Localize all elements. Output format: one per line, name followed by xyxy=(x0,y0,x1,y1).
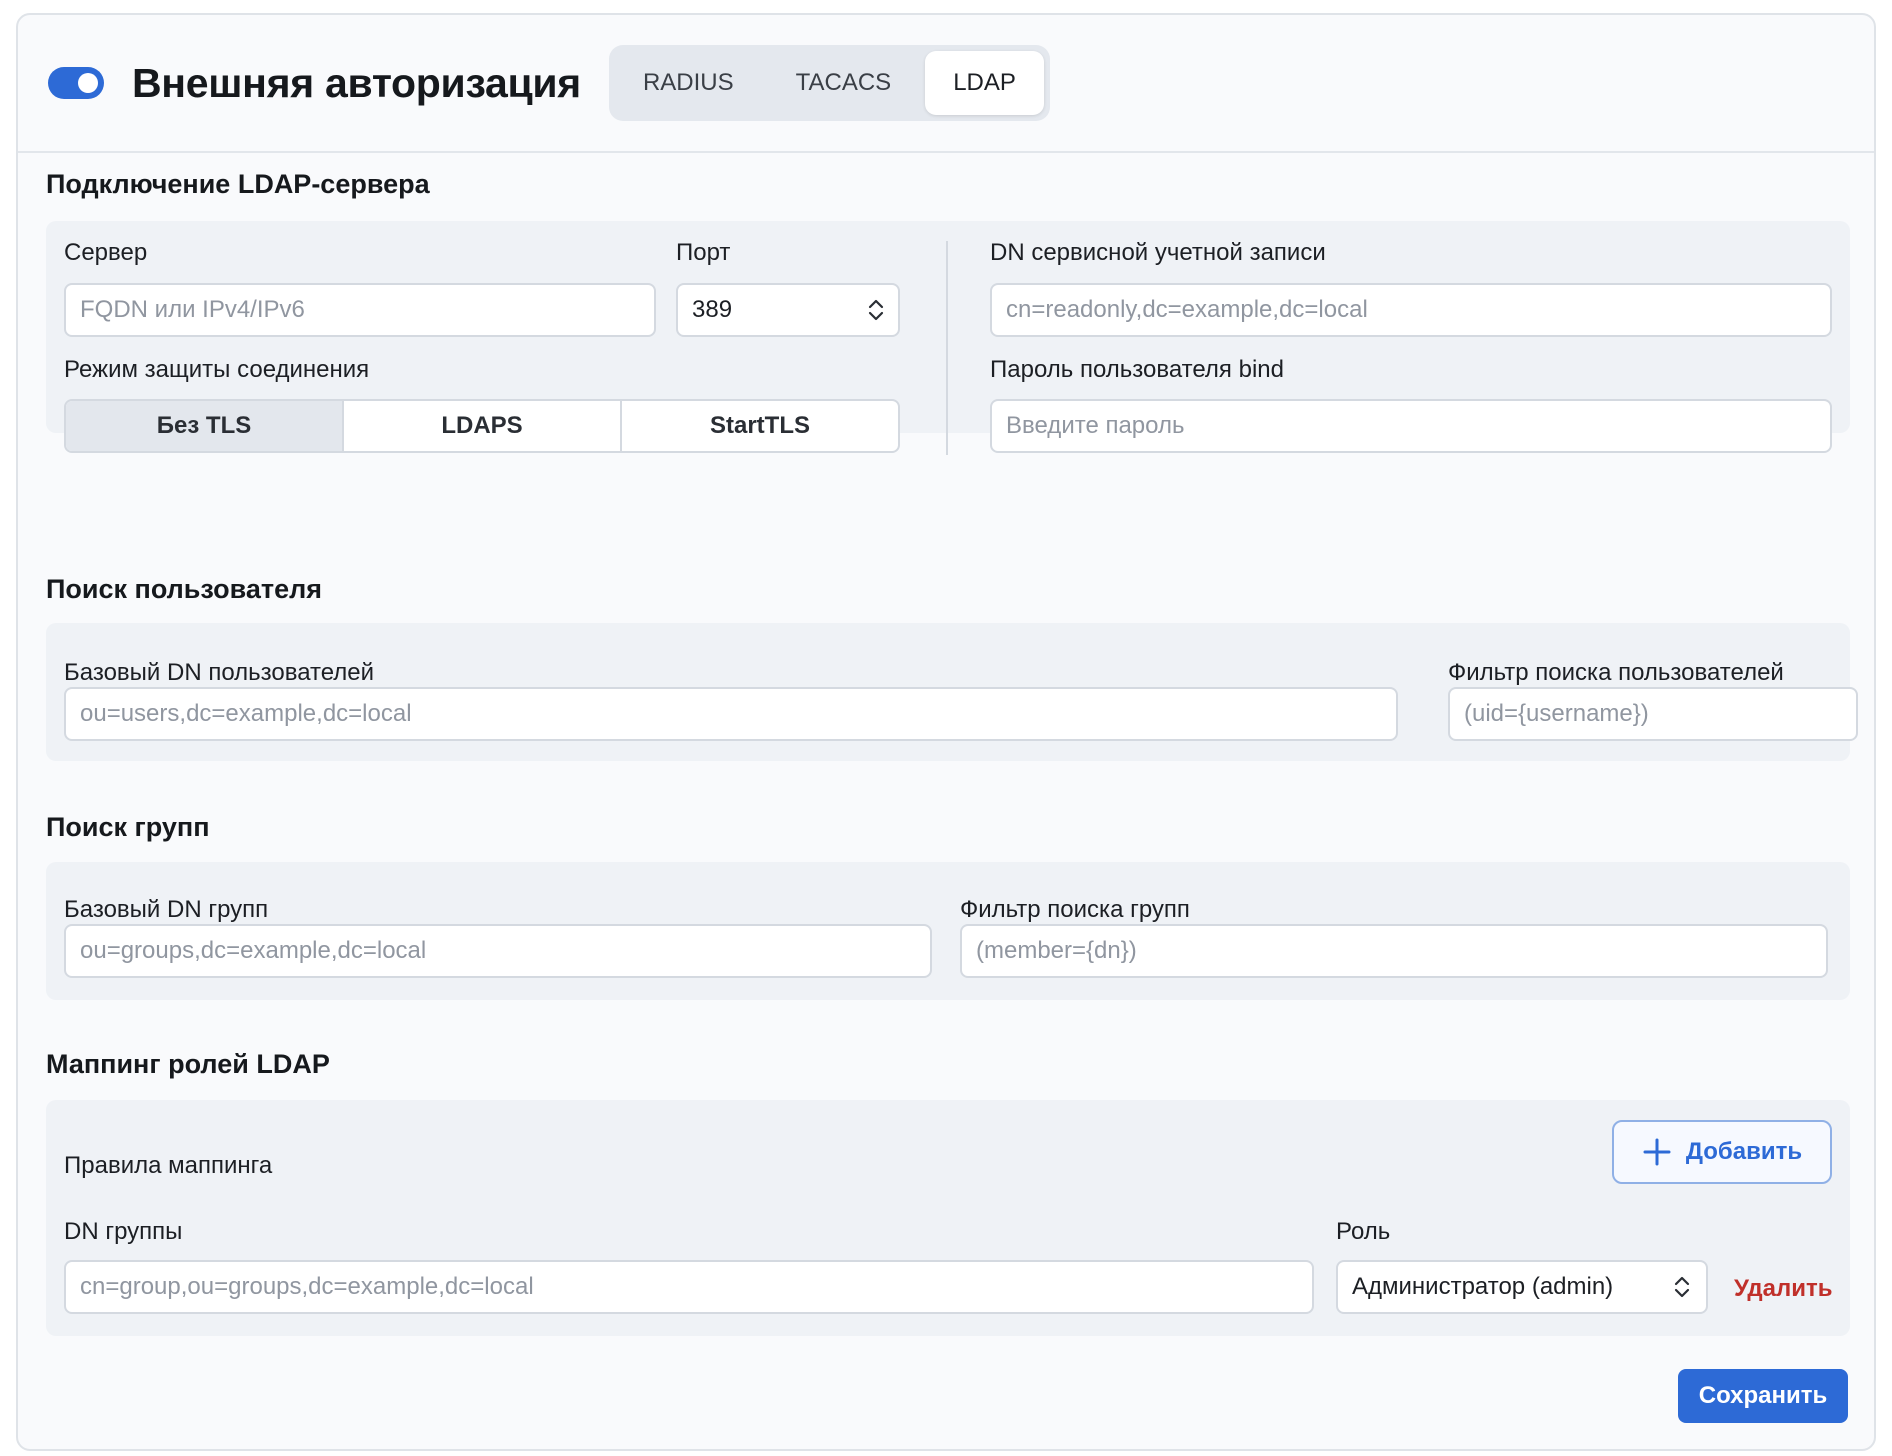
header: Внешняя авторизация RADIUS TACACS LDAP xyxy=(18,15,1874,153)
group-filter-input[interactable] xyxy=(960,924,1828,978)
mapping-rules-label: Правила маппинга xyxy=(64,1152,273,1179)
add-rule-button[interactable]: Добавить xyxy=(1612,1120,1832,1184)
security-option-no-tls[interactable]: Без TLS xyxy=(66,401,344,451)
server-label: Сервер xyxy=(64,239,148,266)
security-option-starttls[interactable]: StartTLS xyxy=(622,401,898,451)
user-base-dn-label: Базовый DN пользователей xyxy=(64,659,375,686)
security-mode-selector: Без TLS LDAPS StartTLS xyxy=(64,399,900,453)
role-label: Роль xyxy=(1336,1218,1391,1245)
save-button[interactable]: Сохранить xyxy=(1678,1369,1848,1423)
user-search-section-title: Поиск пользователя xyxy=(46,574,323,604)
user-filter-label: Фильтр поиска пользователей xyxy=(1448,659,1784,686)
toggle-knob xyxy=(78,73,98,93)
delete-rule-button[interactable]: Удалить xyxy=(1734,1275,1833,1303)
settings-card: Внешняя авторизация RADIUS TACACS LDAP П… xyxy=(16,13,1876,1451)
bind-dn-label: DN сервисной учетной записи xyxy=(990,239,1326,266)
user-filter-input[interactable] xyxy=(1448,687,1858,741)
port-input[interactable]: 389 xyxy=(676,283,900,337)
role-select-value: Администратор (admin) xyxy=(1352,1273,1614,1300)
group-search-panel: Базовый DN групп Фильтр поиска групп xyxy=(46,862,1850,1000)
plus-icon xyxy=(1643,1138,1671,1166)
security-mode-label: Режим защиты соединения xyxy=(64,356,370,383)
tab-tacacs[interactable]: TACACS xyxy=(768,51,920,115)
stepper-icon[interactable] xyxy=(866,295,886,325)
group-dn-label: DN группы xyxy=(64,1218,183,1245)
connection-panel: Сервер Порт 389 Режим защиты соединения … xyxy=(46,221,1850,455)
tab-radius[interactable]: RADIUS xyxy=(615,51,762,115)
add-rule-label: Добавить xyxy=(1685,1138,1803,1165)
group-search-section-title: Поиск групп xyxy=(46,812,210,842)
group-base-dn-label: Базовый DN групп xyxy=(64,896,269,923)
connection-section-title: Подключение LDAP-сервера xyxy=(46,169,430,199)
bind-password-label: Пароль пользователя bind xyxy=(990,356,1284,383)
user-base-dn-input[interactable] xyxy=(64,687,1398,741)
server-input[interactable] xyxy=(64,283,656,337)
bind-dn-input[interactable] xyxy=(990,283,1832,337)
role-mapping-panel: Правила маппинга Добавить DN группы Роль… xyxy=(46,1100,1850,1336)
role-select[interactable]: Администратор (admin) xyxy=(1336,1260,1708,1314)
role-mapping-section-title: Маппинг ролей LDAP xyxy=(46,1049,330,1079)
column-divider xyxy=(946,241,948,455)
external-auth-toggle[interactable] xyxy=(48,67,104,99)
select-chevron-icon xyxy=(1674,1276,1690,1298)
user-search-panel: Базовый DN пользователей Фильтр поиска п… xyxy=(46,623,1858,761)
group-filter-label: Фильтр поиска групп xyxy=(960,896,1190,923)
port-value: 389 xyxy=(692,296,733,323)
port-label: Порт xyxy=(676,239,731,266)
group-dn-input[interactable] xyxy=(64,1260,1314,1314)
page-title: Внешняя авторизация xyxy=(132,59,581,106)
security-option-ldaps[interactable]: LDAPS xyxy=(344,401,622,451)
group-base-dn-input[interactable] xyxy=(64,924,932,978)
tab-ldap[interactable]: LDAP xyxy=(925,51,1044,115)
protocol-tabs: RADIUS TACACS LDAP xyxy=(608,45,1050,121)
bind-password-input[interactable] xyxy=(990,399,1832,453)
